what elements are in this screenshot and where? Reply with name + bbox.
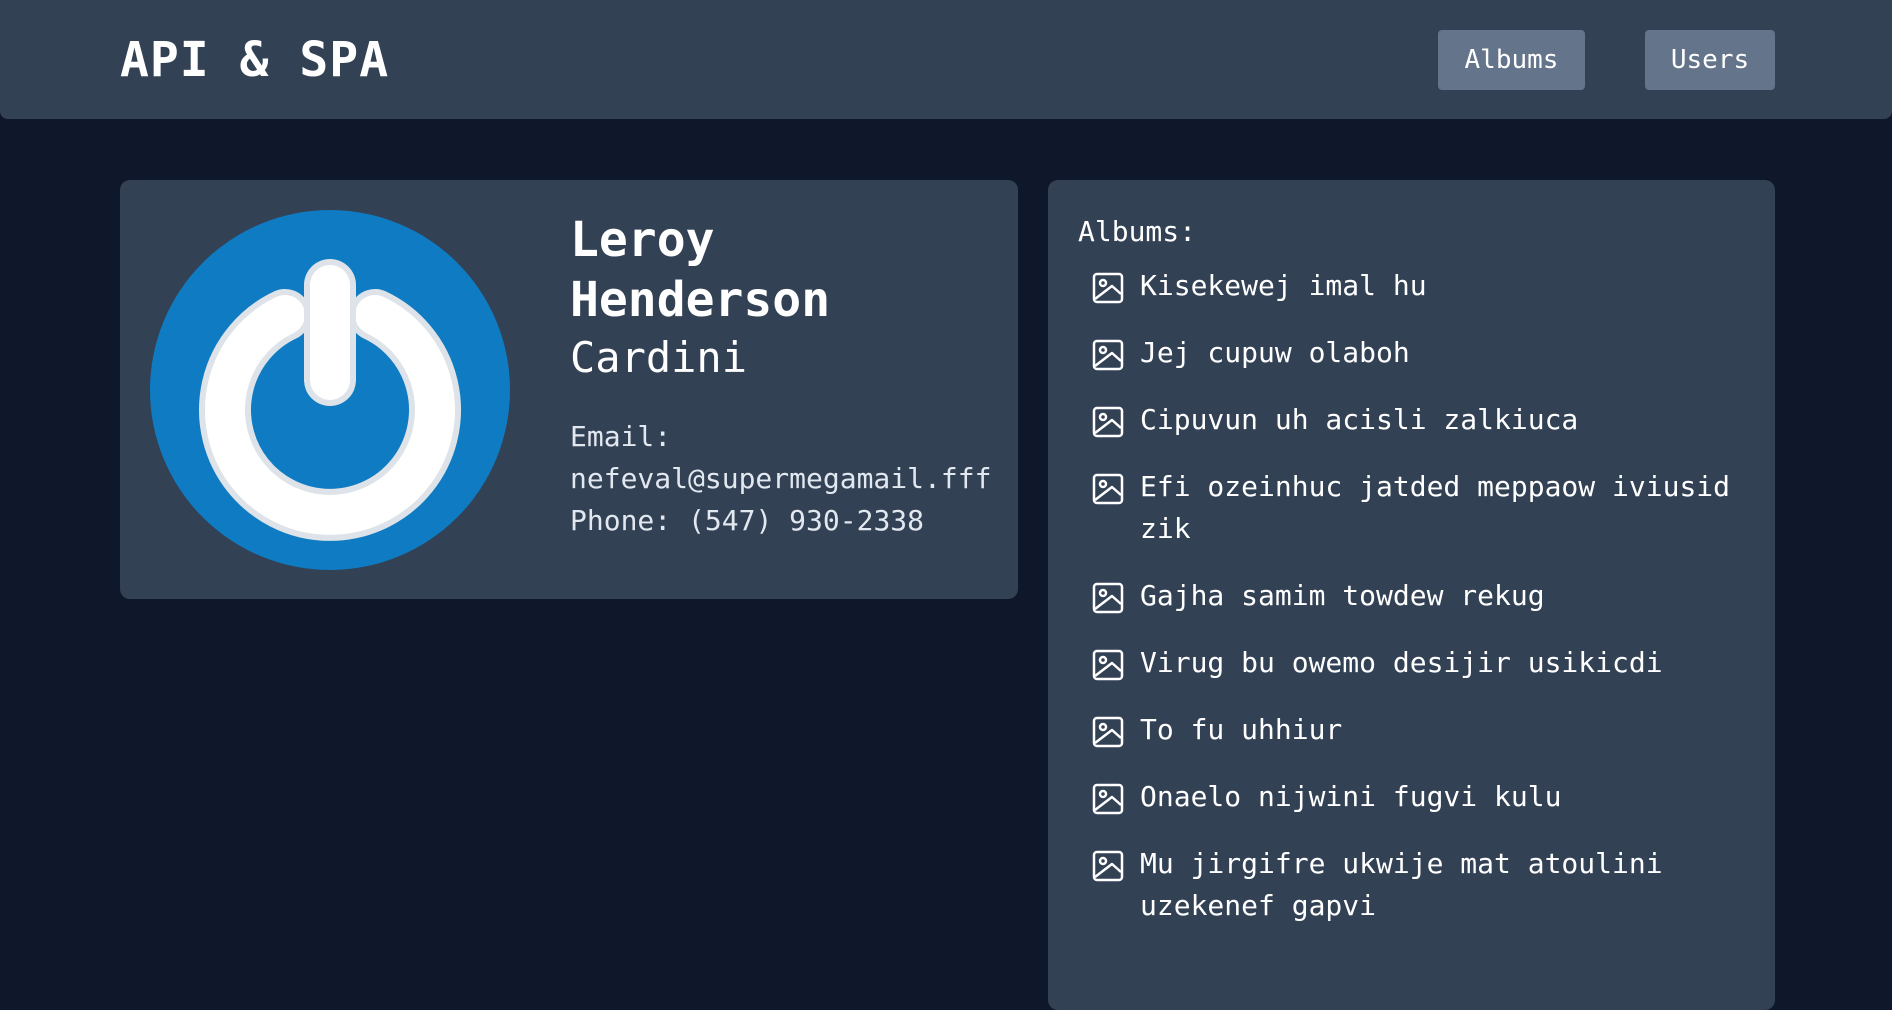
album-title: Kisekewej imal hu: [1140, 269, 1427, 302]
image-icon: [1092, 272, 1124, 304]
album-title: To fu uhhiur: [1140, 713, 1343, 746]
user-info: Leroy Henderson Cardini Email: nefeval@s…: [570, 210, 1000, 542]
album-list: Kisekewej imal hu Jej cupuw olaboh Cipuv…: [1092, 269, 1762, 957]
image-icon: [1092, 406, 1124, 438]
phone-label: Phone:: [570, 504, 672, 537]
image-icon: [1092, 582, 1124, 614]
album-list-item[interactable]: Onaelo nijwini fugvi kulu: [1092, 780, 1762, 818]
albums-heading: Albums:: [1078, 215, 1197, 248]
album-title: Onaelo nijwini fugvi kulu: [1140, 780, 1562, 813]
album-title: Mu jirgifre ukwije mat atoulini uzekenef…: [1140, 847, 1663, 922]
album-title: Jej cupuw olaboh: [1140, 336, 1410, 369]
users-nav-button[interactable]: Users: [1645, 30, 1775, 90]
album-list-item[interactable]: Jej cupuw olaboh: [1092, 336, 1762, 374]
user-profile-card: Leroy Henderson Cardini Email: nefeval@s…: [120, 180, 1018, 599]
user-first-name: Leroy: [570, 212, 715, 268]
album-title: Cipuvun uh acisli zalkiuca: [1140, 403, 1579, 436]
phone-value: (547) 930-2338: [688, 504, 925, 537]
image-icon: [1092, 850, 1124, 882]
site-title: API & SPA: [120, 32, 390, 88]
album-list-item[interactable]: Kisekewej imal hu: [1092, 269, 1762, 307]
album-list-item[interactable]: Mu jirgifre ukwije mat atoulini uzekenef…: [1092, 847, 1762, 927]
user-last-name: Henderson: [570, 272, 831, 328]
image-icon: [1092, 649, 1124, 681]
albums-nav-button[interactable]: Albums: [1438, 30, 1585, 90]
phone-line: Phone: (547) 930-2338: [570, 500, 1000, 542]
image-icon: [1092, 339, 1124, 371]
album-list-item[interactable]: To fu uhhiur: [1092, 713, 1762, 751]
album-list-item[interactable]: Cipuvun uh acisli zalkiuca: [1092, 403, 1762, 441]
email-value: nefeval@supermegamail.fff: [570, 462, 992, 495]
image-icon: [1092, 473, 1124, 505]
avatar: [150, 210, 510, 570]
email-label: Email:: [570, 420, 672, 453]
album-list-item[interactable]: Efi ozeinhuc jatded meppaow iviusid zik: [1092, 470, 1762, 550]
album-title: Virug bu owemo desijir usikicdi: [1140, 646, 1663, 679]
image-icon: [1092, 716, 1124, 748]
album-list-item[interactable]: Gajha samim towdew rekug: [1092, 579, 1762, 617]
albums-panel: Albums: Kisekewej imal hu Jej cupuw olab…: [1048, 180, 1775, 1010]
top-navbar: API & SPA Albums Users: [0, 0, 1892, 119]
album-title: Gajha samim towdew rekug: [1140, 579, 1545, 612]
album-list-item[interactable]: Virug bu owemo desijir usikicdi: [1092, 646, 1762, 684]
user-company: Cardini: [570, 333, 748, 382]
album-title: Efi ozeinhuc jatded meppaow iviusid zik: [1140, 470, 1731, 545]
image-icon: [1092, 783, 1124, 815]
